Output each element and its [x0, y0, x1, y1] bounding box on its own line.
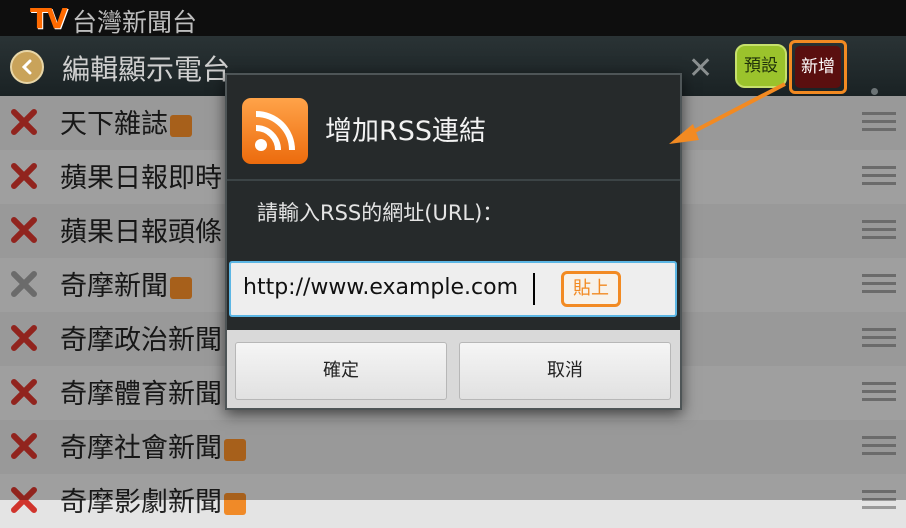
back-button[interactable] [10, 50, 44, 84]
app-name: 台灣新聞台 [72, 8, 198, 37]
confirm-button[interactable]: 確定 [235, 342, 447, 400]
annotation-arrow [669, 82, 786, 144]
dialog-button-bar: 確定 取消 [227, 330, 680, 408]
dialog-title: 增加RSS連結 [325, 116, 487, 147]
tv-logo: TV [30, 2, 68, 35]
paste-button[interactable]: 貼上 [561, 271, 621, 307]
add-button-highlight: 新增 [789, 40, 847, 94]
url-input-value: http://www.example.com [243, 275, 519, 300]
add-rss-dialog: 增加RSS連結 請輸入RSS的網址(URL)： http://www.examp… [225, 73, 682, 410]
chevron-left-icon [21, 59, 32, 75]
cancel-button[interactable]: 取消 [459, 342, 671, 400]
rss-icon [242, 98, 308, 164]
app-header: TV 台灣新聞台 [0, 0, 906, 37]
add-button[interactable]: 新增 [795, 46, 841, 88]
page-title: 編輯顯示電台 [62, 53, 231, 86]
dialog-header: 增加RSS連結 [227, 75, 680, 181]
dialog-prompt: 請輸入RSS的網址(URL)： [257, 201, 504, 225]
url-input[interactable]: http://www.example.com 貼上 [229, 261, 677, 317]
text-caret [533, 273, 535, 305]
